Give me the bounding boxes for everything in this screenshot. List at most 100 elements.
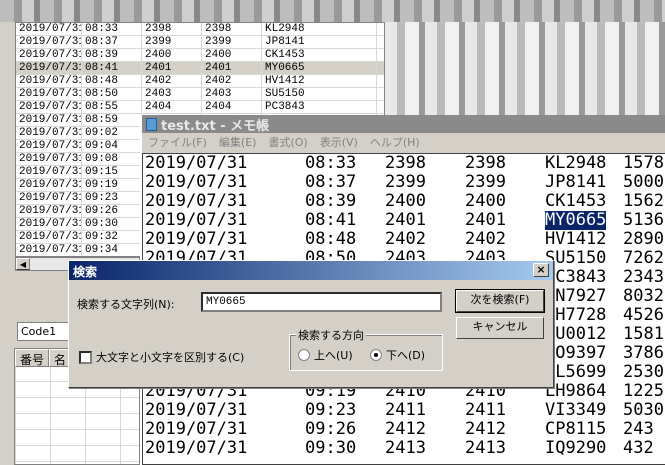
table-cell: 2402 <box>202 75 262 87</box>
table-cell: 08:59 <box>82 114 142 126</box>
text-line: 2019/07/31 08:33 2398 2398 KL2948 1578 <box>143 154 665 173</box>
table-row[interactable]: 2019/07/31 08:37 2399 2399 JP8141 <box>16 36 384 49</box>
text-field: 8032 <box>623 286 664 306</box>
table-cell: 09:02 <box>82 127 142 139</box>
text-line: 2019/07/31 08:48 2402 2402 HV1412 2890 <box>143 230 665 249</box>
text-field: HV1412 <box>545 229 607 249</box>
table-cell: 2019/07/31 <box>16 62 82 74</box>
table-cell: SU5150 <box>262 88 377 100</box>
text-field: 3786 <box>623 343 664 363</box>
table-cell: 08:55 <box>82 101 142 113</box>
column-header-number[interactable]: 番号 <box>15 349 50 367</box>
text-line: 2019/07/31 08:37 2399 2399 JP8141 5000 <box>143 173 665 192</box>
table-cell: 2019/07/31 <box>16 231 82 243</box>
text-field: 08:39 <box>305 191 357 211</box>
table-cell: 2019/07/31 <box>16 153 82 165</box>
text-field: JP8141 <box>545 172 607 192</box>
window-title: test.txt - メモ帳 <box>161 118 270 134</box>
text-field: 2019/07/31 <box>145 172 248 192</box>
text-field: 2530 <box>623 362 664 382</box>
table-cell: 2404 <box>142 101 202 113</box>
notepad-titlebar[interactable]: test.txt - メモ帳 <box>142 115 665 134</box>
cancel-button[interactable]: キャンセル <box>456 317 544 339</box>
table-row[interactable]: 2019/07/31 08:55 2404 2404 PC3843 <box>16 101 384 114</box>
direction-group: 検索する方向 上へ(U) 下へ(D) <box>289 327 443 371</box>
table-cell: 08:33 <box>82 23 142 35</box>
text-field: QH7728 <box>545 305 607 325</box>
text-field: 2398 <box>385 153 426 173</box>
table-cell: 2019/07/31 <box>16 23 82 35</box>
menu-edit[interactable]: 編集(E) <box>219 134 257 150</box>
text-field: IQ9290 <box>545 438 607 458</box>
blurred-area <box>385 22 665 117</box>
table-row[interactable]: 2019/07/31 08:48 2402 2402 HV1412 <box>16 75 384 88</box>
text-field: CK1453 <box>545 191 607 211</box>
text-field: QU0012 <box>545 324 607 344</box>
table-cell: 2401 <box>142 62 202 74</box>
table-cell: CK1453 <box>262 49 377 61</box>
table-cell: KL2948 <box>262 23 377 35</box>
table-row[interactable]: 2019/07/31 08:33 2398 2398 KL2948 <box>16 23 384 36</box>
text-field: VI3349 <box>545 400 607 420</box>
table-row[interactable]: 2019/07/31 08:41 2401 2401 MY0665 <box>16 62 384 75</box>
text-field: 09:30 <box>305 438 357 458</box>
table-cell: 2400 <box>202 49 262 61</box>
text-field: 2398 <box>465 153 506 173</box>
menu-format[interactable]: 書式(O) <box>268 134 307 150</box>
text-field: 1578 <box>623 153 664 173</box>
table-cell: 2403 <box>202 88 262 100</box>
text-field: KL2948 <box>545 153 607 173</box>
radio-down[interactable]: 下へ(D) <box>370 347 425 363</box>
radio-circle-icon[interactable] <box>298 349 310 361</box>
text-field: 09:26 <box>305 419 357 439</box>
text-field: 2400 <box>385 191 426 211</box>
text-field: 2343 <box>623 267 664 287</box>
table-cell: 2019/07/31 <box>16 114 82 126</box>
text-field: SU5150 <box>545 248 607 268</box>
search-input[interactable]: MY0665 <box>201 292 442 312</box>
table-cell: 2019/07/31 <box>16 244 82 256</box>
find-next-button[interactable]: 次を検索(F) <box>455 289 545 313</box>
text-field: 243 <box>623 419 654 439</box>
table-cell: 08:48 <box>82 75 142 87</box>
table-cell: PC3843 <box>262 101 377 113</box>
table-cell: 2019/07/31 <box>16 88 82 100</box>
close-button[interactable]: × <box>533 263 549 277</box>
text-field: 2402 <box>385 229 426 249</box>
text-line: 2019/07/31 09:26 2412 2412 CP8115 243 <box>143 420 665 439</box>
checkbox-icon[interactable] <box>79 350 92 364</box>
table-cell: 2019/07/31 <box>16 49 82 61</box>
table-cell: 2401 <box>202 62 262 74</box>
menu-file[interactable]: ファイル(F) <box>148 134 207 150</box>
text-field: BL5699 <box>545 362 607 382</box>
radio-up[interactable]: 上へ(U) <box>298 347 353 363</box>
menu-bar: ファイル(F) 編集(E) 書式(O) 表示(V) ヘルプ(H) <box>142 133 665 151</box>
text-field: 2411 <box>385 400 426 420</box>
table-cell: 2398 <box>202 23 262 35</box>
table-cell: 2019/07/31 <box>16 36 82 48</box>
text-field: 432 <box>623 438 654 458</box>
text-line: 2019/07/31 08:41 2401 2401 MY0665 5136 <box>143 211 665 230</box>
text-field: 7262 <box>623 248 664 268</box>
text-field: 1562 <box>623 191 664 211</box>
table-cell: 2019/07/31 <box>16 192 82 204</box>
find-dialog: 検索 × 検索する文字列(N): MY0665 次を検索(F) キャンセル 検索す… <box>68 260 554 388</box>
direction-label: 検索する方向 <box>296 327 366 343</box>
text-field: 2401 <box>385 210 426 230</box>
match-case-checkbox[interactable]: 大文字と小文字を区別する(C) <box>79 349 244 365</box>
table-row[interactable]: 2019/07/31 08:39 2400 2400 CK1453 <box>16 49 384 62</box>
table-cell: 2019/07/31 <box>16 179 82 191</box>
table-row[interactable]: 2019/07/31 08:50 2403 2403 SU5150 <box>16 88 384 101</box>
text-field: 2411 <box>465 400 506 420</box>
radio-selected-icon[interactable] <box>370 349 382 361</box>
table-cell: 2019/07/31 <box>16 75 82 87</box>
menu-help[interactable]: ヘルプ(H) <box>370 134 420 150</box>
scroll-left-icon[interactable]: ◀ <box>16 258 30 270</box>
table-cell: 09:30 <box>82 218 142 230</box>
dialog-titlebar[interactable]: 検索 × <box>69 261 553 280</box>
text-field: 2019/07/31 <box>145 400 248 420</box>
table-cell: 2019/07/31 <box>16 101 82 113</box>
table-cell: 09:08 <box>82 153 142 165</box>
menu-view[interactable]: 表示(V) <box>320 134 358 150</box>
text-field: 2413 <box>465 438 506 458</box>
